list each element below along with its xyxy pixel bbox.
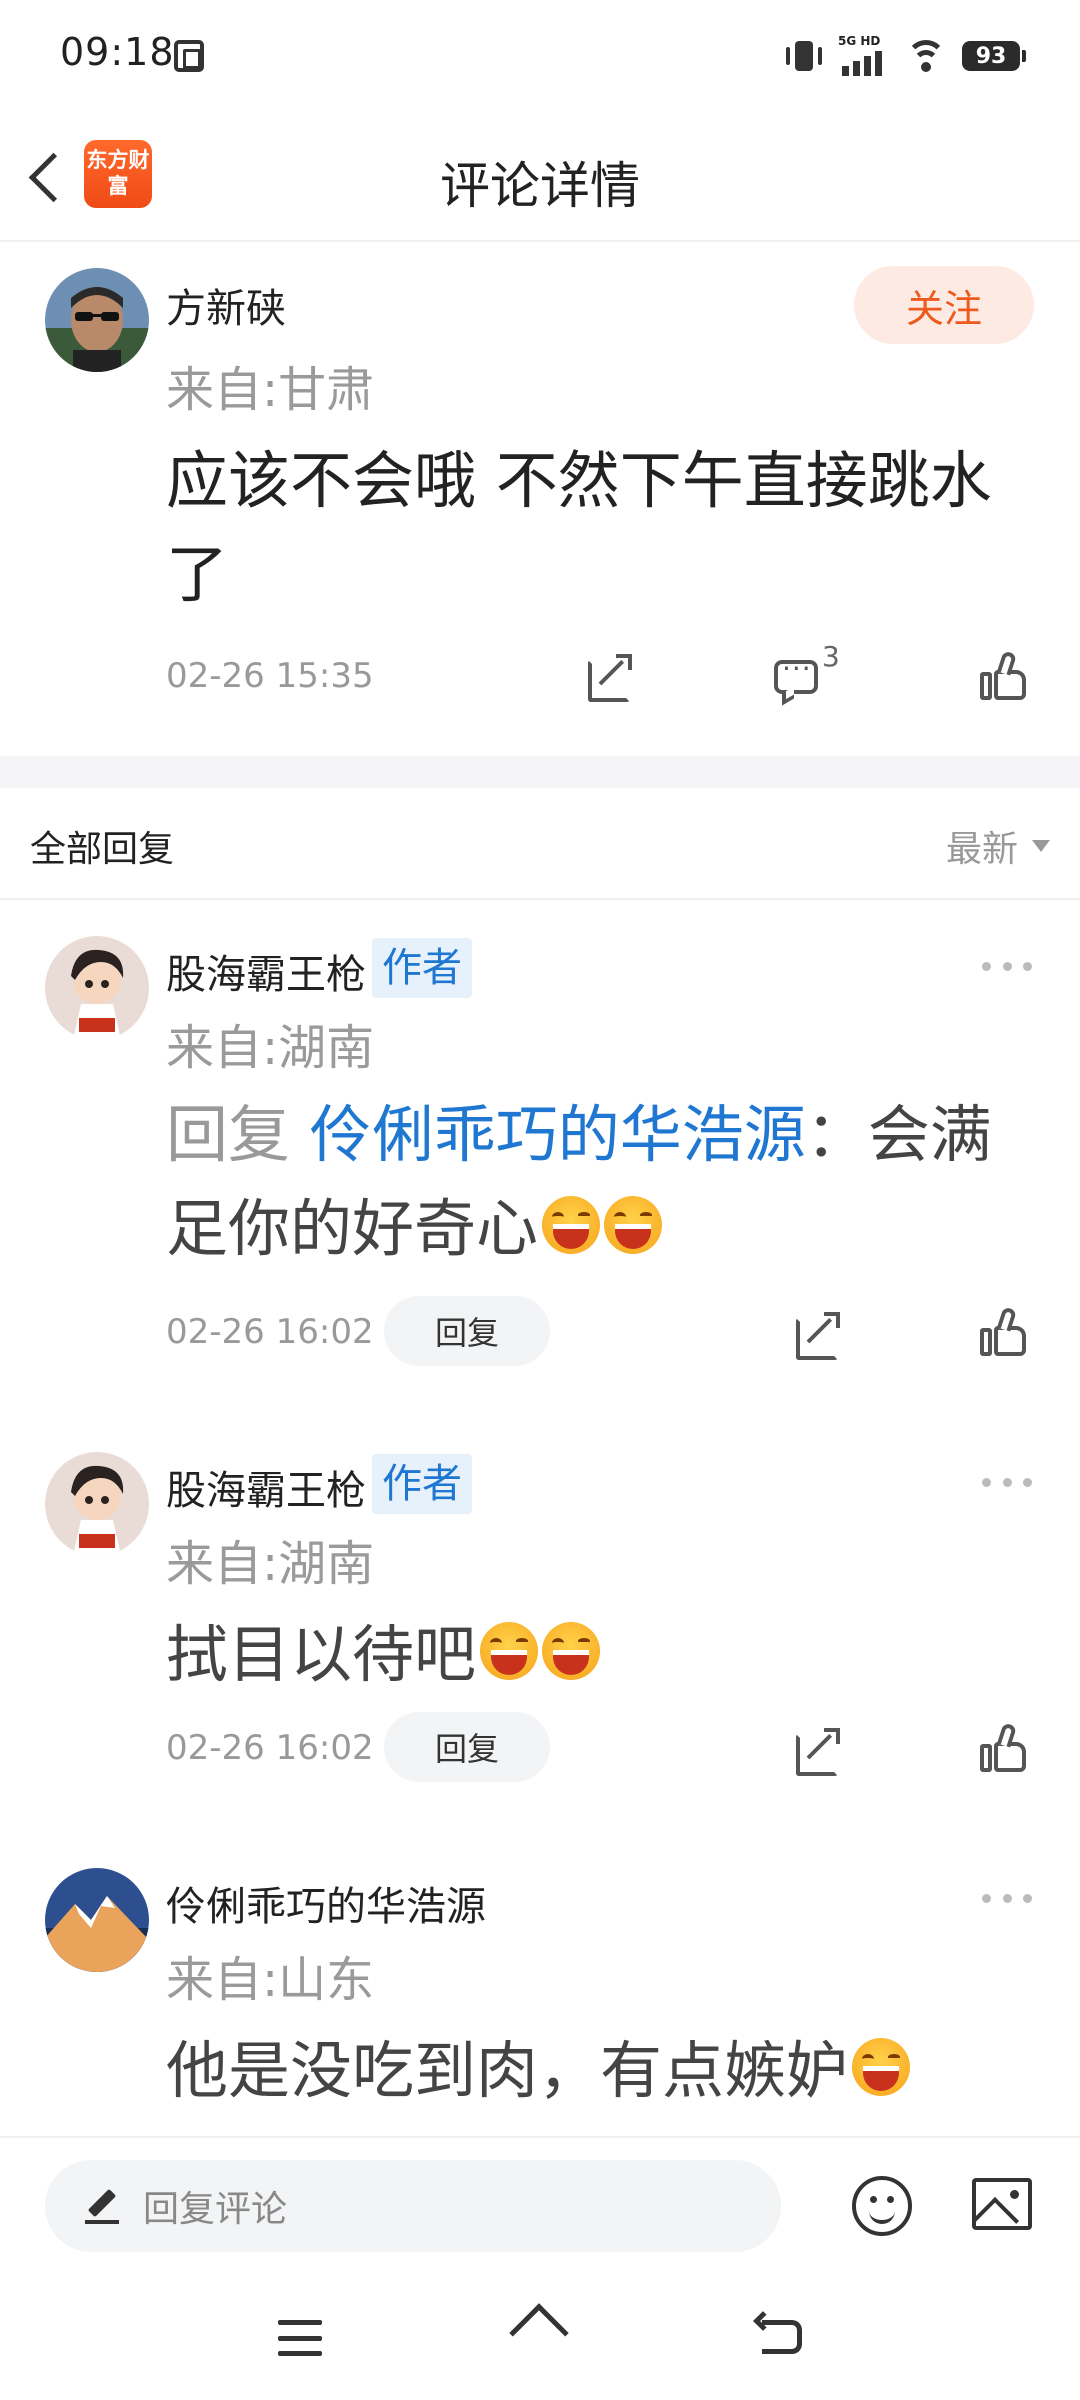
location: 来自:湖南 xyxy=(166,1536,375,1592)
back-nav-icon[interactable] xyxy=(753,2311,804,2358)
reply-button[interactable]: 回复 xyxy=(384,1296,550,1366)
laughing-emoji-icon xyxy=(604,1196,663,1254)
status-icons: 5G HD 93 xyxy=(786,34,1026,78)
like-icon[interactable] xyxy=(976,1304,1036,1364)
reply-comment-input[interactable]: 回复评论 xyxy=(45,2160,781,2252)
grinning-emoji-icon xyxy=(852,2038,911,2096)
main-comment: 方新硖 来自:甘肃 关注 应该不会哦 不然下午直接跳水了 02-26 15:35… xyxy=(0,244,1080,756)
laughing-emoji-icon xyxy=(480,1622,539,1680)
like-icon[interactable] xyxy=(976,1720,1036,1780)
reply-body: 他是没吃到肉，有点嫉妒 xyxy=(166,2034,849,2107)
caret-down-icon xyxy=(1032,840,1050,852)
reply-item: 伶俐乖巧的华浩源 来自:山东 他是没吃到肉，有点嫉妒 xyxy=(0,1832,1080,2136)
pencil-icon xyxy=(85,2188,121,2224)
comment-icon[interactable] xyxy=(768,648,828,708)
section-divider xyxy=(0,756,1080,788)
timestamp: 02-26 16:02 xyxy=(166,1728,374,1768)
cellular-signal-icon: 5G HD xyxy=(838,34,890,76)
share-icon[interactable] xyxy=(578,646,638,706)
more-icon[interactable] xyxy=(982,1472,1032,1492)
author-badge: 作者 xyxy=(372,1454,472,1514)
author-name[interactable]: 方新硖 xyxy=(166,276,286,334)
author-badge: 作者 xyxy=(372,938,472,998)
author-name[interactable]: 伶俐乖巧的华浩源 xyxy=(166,1874,486,1932)
location: 来自:山东 xyxy=(166,1952,375,2008)
laughing-emoji-icon xyxy=(542,1196,601,1254)
reply-button[interactable]: 回复 xyxy=(384,1712,550,1782)
sim-card-icon xyxy=(174,40,204,72)
more-icon[interactable] xyxy=(982,1888,1032,1908)
battery-level: 93 xyxy=(975,43,1007,69)
replies-title: 全部回复 xyxy=(30,829,175,870)
author-name[interactable]: 股海霸王枪 xyxy=(166,1458,366,1516)
avatar[interactable] xyxy=(45,268,149,372)
comment-text: 应该不会哦 不然下午直接跳水了 xyxy=(166,444,992,611)
replies-header: 全部回复 最新 xyxy=(0,788,1080,900)
author-name[interactable]: 股海霸王枪 xyxy=(166,942,366,1000)
wifi-icon xyxy=(906,38,946,74)
avatar[interactable] xyxy=(45,1868,149,1972)
image-icon[interactable] xyxy=(972,2178,1032,2230)
timestamp: 02-26 15:35 xyxy=(166,656,374,696)
reply-item: 股海霸王枪 作者 来自:湖南 拭目以待吧 02-26 16:02 回复 xyxy=(0,1416,1080,1796)
location: 来自:甘肃 xyxy=(166,362,375,418)
header: 东方财富 评论详情 xyxy=(0,110,1080,242)
like-icon[interactable] xyxy=(976,648,1036,708)
timestamp: 02-26 16:02 xyxy=(166,1312,374,1352)
system-nav-bar xyxy=(0,2274,1080,2400)
reply-text: 拭目以待吧 xyxy=(166,1608,1026,1702)
page-title: 评论详情 xyxy=(440,157,640,215)
status-bar: 09:18 5G HD 93 xyxy=(0,0,1080,110)
follow-button[interactable]: 关注 xyxy=(854,266,1034,344)
reply-text: 回复 伶俐乖巧的华浩源：会满足你的好奇心 xyxy=(166,1088,1026,1276)
share-icon[interactable] xyxy=(786,1304,846,1364)
reply-input-bar: 回复评论 xyxy=(0,2136,1080,2274)
network-label: 5G HD xyxy=(838,34,881,48)
home-icon[interactable] xyxy=(509,2303,569,2363)
location: 来自:湖南 xyxy=(166,1020,375,1076)
reply-text: 他是没吃到肉，有点嫉妒 xyxy=(166,2024,1026,2118)
mention-link[interactable]: 伶俐乖巧的华浩源 xyxy=(310,1098,806,1171)
menu-icon[interactable] xyxy=(278,2320,322,2356)
vibrate-icon xyxy=(786,38,822,74)
battery-icon: 93 xyxy=(962,41,1026,71)
comment-count: 3 xyxy=(822,640,840,673)
reply-item: 股海霸王枪 作者 来自:湖南 回复 伶俐乖巧的华浩源：会满足你的好奇心 02-2… xyxy=(0,900,1080,1370)
reply-body: 拭目以待吧 xyxy=(166,1618,477,1691)
laughing-emoji-icon xyxy=(542,1622,601,1680)
emoji-icon[interactable] xyxy=(852,2176,912,2236)
reply-input-placeholder: 回复评论 xyxy=(143,2189,288,2230)
status-time: 09:18 xyxy=(60,30,175,74)
reply-prefix: 回复 xyxy=(166,1098,310,1171)
sort-dropdown[interactable]: 最新 xyxy=(946,820,1050,872)
more-icon[interactable] xyxy=(982,956,1032,976)
avatar[interactable] xyxy=(45,1452,149,1556)
avatar[interactable] xyxy=(45,936,149,1040)
share-icon[interactable] xyxy=(786,1720,846,1780)
sort-label: 最新 xyxy=(945,829,1018,870)
